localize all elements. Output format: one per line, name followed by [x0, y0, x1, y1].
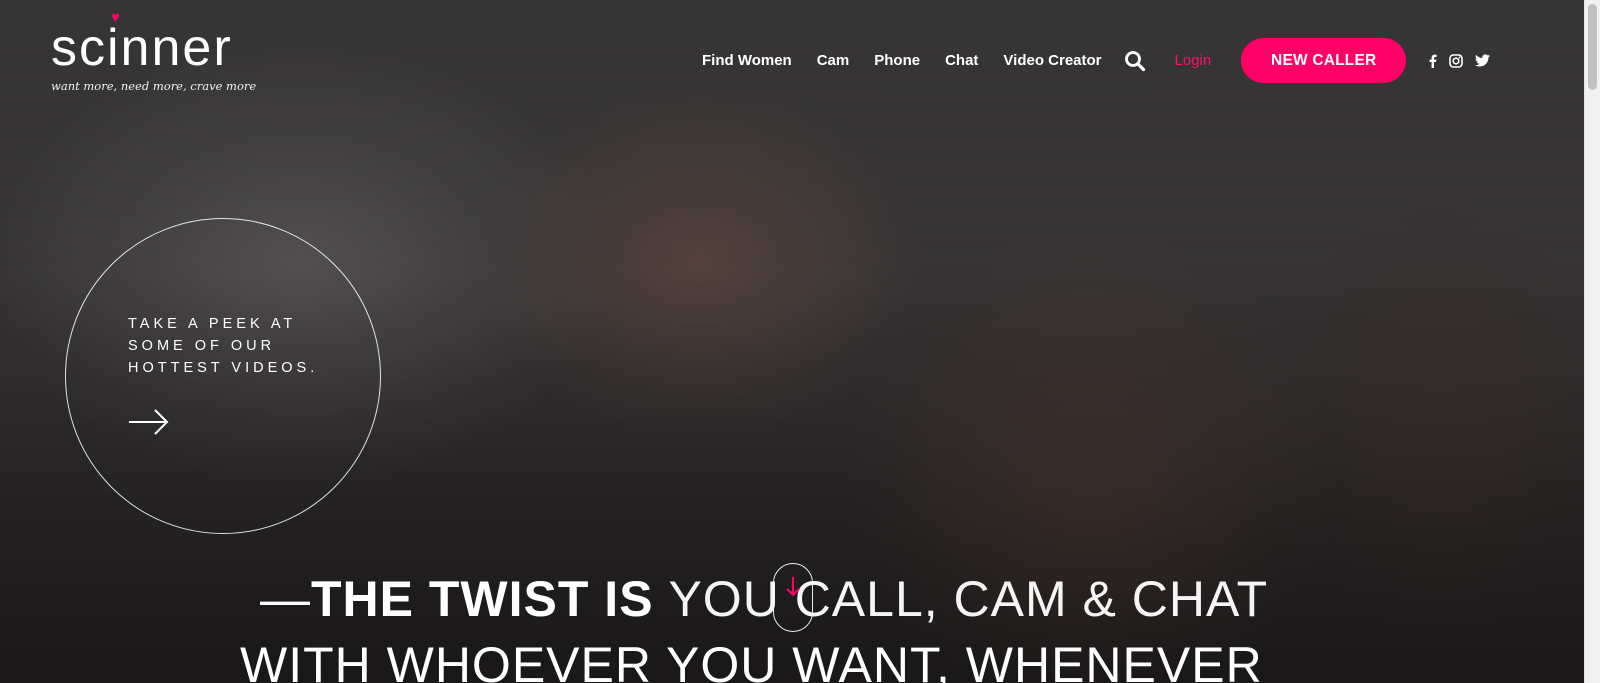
nav-phone[interactable]: Phone [874, 51, 920, 71]
login-link[interactable]: Login [1175, 51, 1212, 71]
logo-tagline: want more, need more, crave more [51, 79, 257, 93]
peek-line-1: TAKE A PEEK AT [128, 316, 297, 332]
hero-headline: —THE TWIST IS YOU CALL, CAM & CHAT WITH … [240, 566, 1560, 683]
page-scrollbar[interactable] [1584, 0, 1600, 683]
facebook-icon[interactable] [1428, 54, 1437, 68]
arrow-down-icon [785, 576, 801, 603]
search-icon[interactable] [1124, 50, 1146, 72]
hottest-videos-text[interactable]: TAKE A PEEK AT SOME OF OUR HOTTEST VIDEO… [128, 313, 348, 379]
instagram-icon[interactable] [1449, 53, 1464, 68]
peek-line-2: SOME OF OUR [128, 338, 276, 354]
headline-light: YOU CALL, CAM & CHAT [668, 571, 1269, 627]
nav-video-creator[interactable]: Video Creator [1003, 51, 1101, 71]
scroll-down-button[interactable] [773, 563, 813, 632]
logo-wordmark: scinner [51, 19, 233, 77]
twitter-icon[interactable] [1475, 54, 1491, 67]
social-links [1428, 53, 1502, 68]
headline-line-2: WITH WHOEVER YOU WANT, WHENEVER [240, 637, 1263, 683]
nav-chat[interactable]: Chat [945, 51, 978, 71]
nav-cam[interactable]: Cam [817, 51, 850, 71]
peek-line-3: HOTTEST VIDEOS. [128, 360, 319, 376]
main-nav: Find Women Cam Phone Chat Video Creator … [702, 38, 1502, 83]
arrow-right-icon[interactable] [128, 408, 170, 441]
headline-dash: — [260, 571, 311, 627]
scrollbar-thumb[interactable] [1588, 4, 1597, 90]
page: ♥ scinner want more, need more, crave mo… [0, 0, 1600, 683]
new-caller-button[interactable]: NEW CALLER [1241, 38, 1407, 83]
headline-bold: THE TWIST IS [311, 571, 654, 627]
nav-find-women[interactable]: Find Women [702, 51, 792, 71]
